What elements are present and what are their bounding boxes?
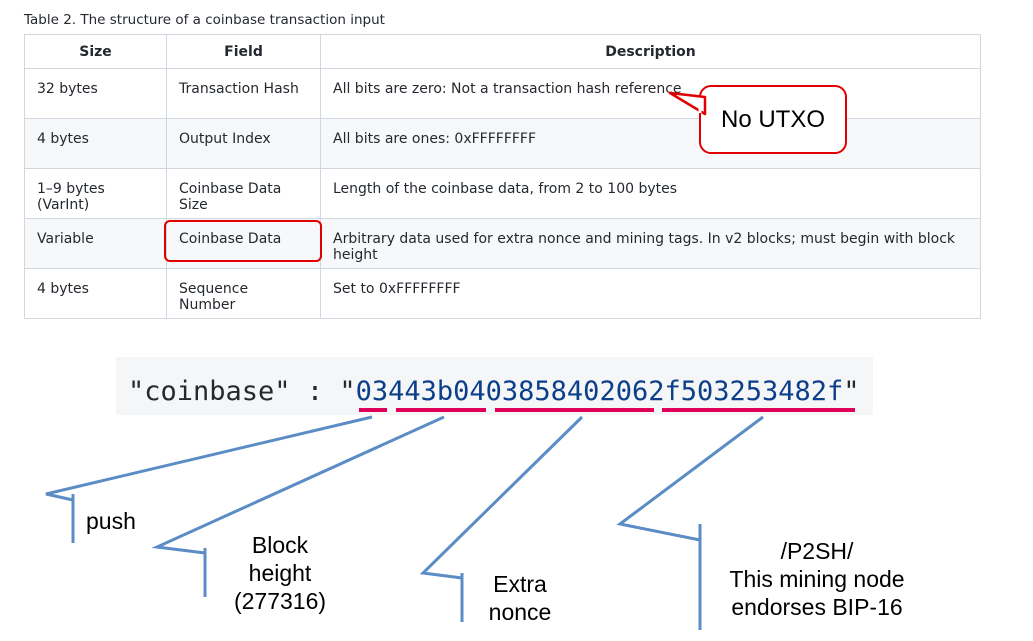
label-extra-nonce-line1: Extra (493, 571, 547, 597)
label-block-height: Block height (277316) (215, 531, 345, 615)
label-block-height-line2: height (248, 560, 312, 586)
label-extra-nonce: Extra nonce (470, 570, 570, 626)
label-p2sh-line3: endorses BIP-16 (731, 594, 903, 620)
arrow-extra-nonce (419, 415, 584, 580)
label-push-text: push (86, 508, 136, 534)
label-block-height-line3: (277316) (233, 588, 327, 614)
label-p2sh-line1: /P2SH/ (780, 538, 854, 564)
label-block-height-line1: Block (251, 532, 309, 558)
arrow-push (45, 415, 373, 502)
label-p2sh-line2: This mining node (729, 566, 905, 592)
label-p2sh: /P2SH/ This mining node endorses BIP-16 (712, 537, 922, 621)
label-push: push (86, 507, 136, 535)
arrow-p2sh (616, 415, 764, 542)
label-extra-nonce-line2: nonce (488, 599, 552, 625)
